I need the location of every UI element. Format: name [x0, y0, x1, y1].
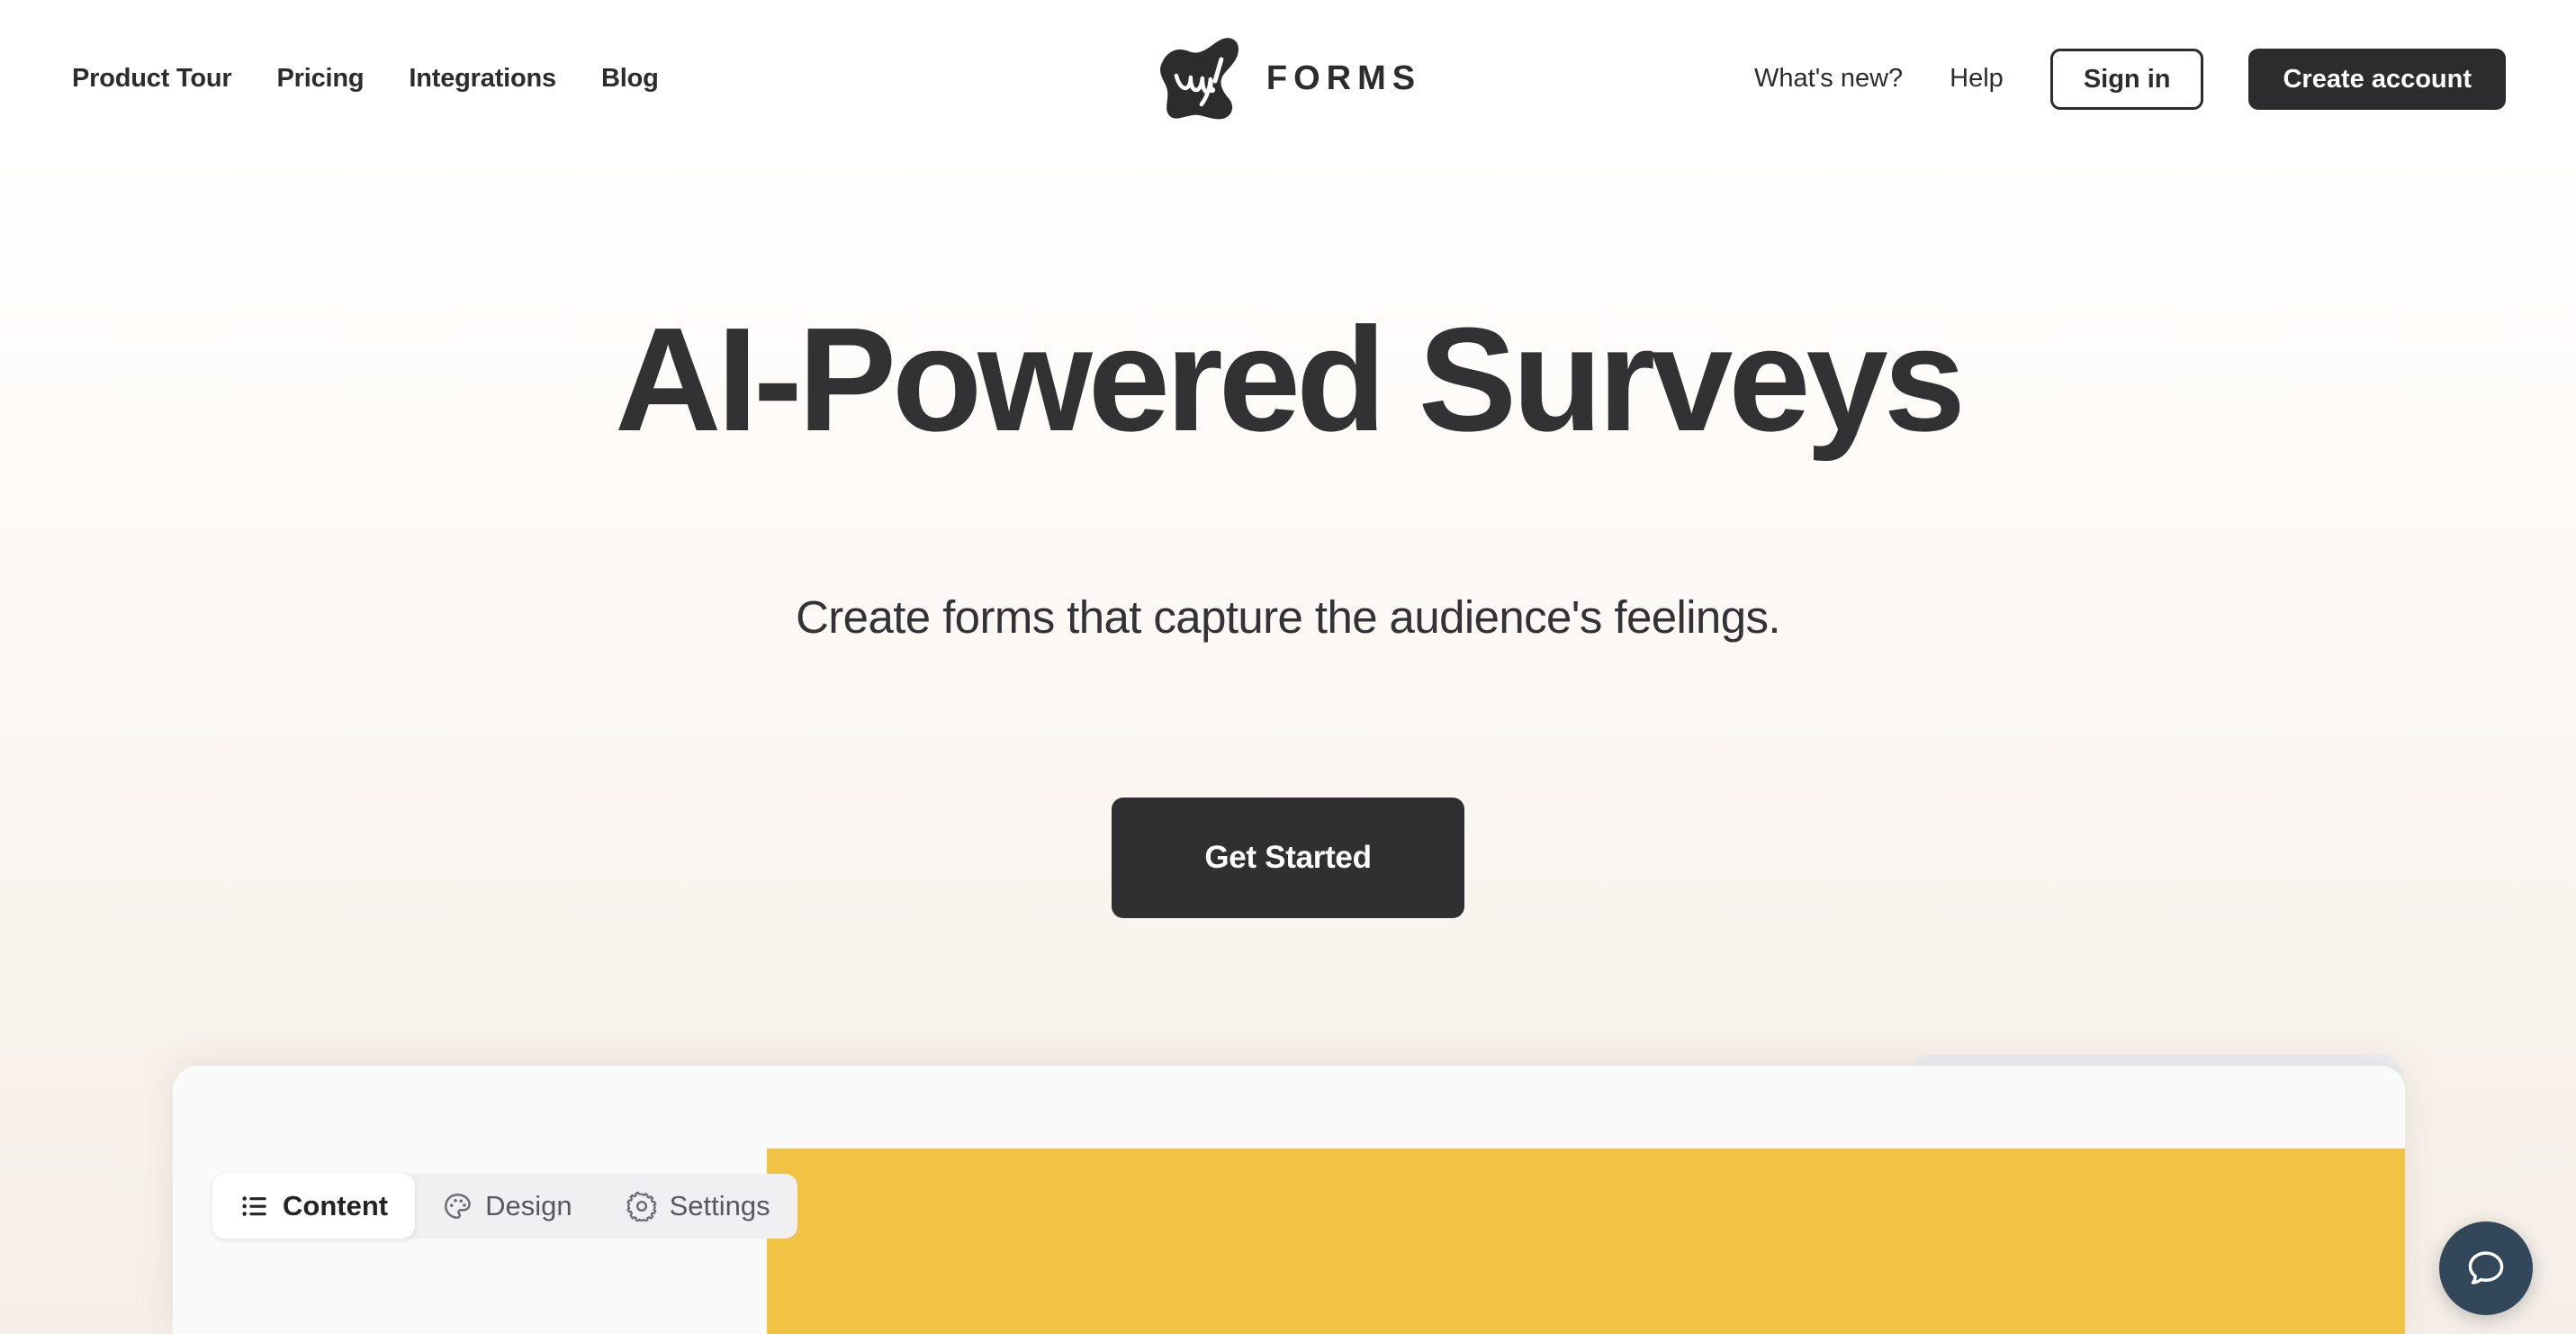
create-account-button[interactable]: Create account [2248, 48, 2506, 110]
hero-headline: AI-Powered Surveys [615, 297, 1966, 462]
mockup-form-preview [767, 1149, 2405, 1334]
nav-link-blog[interactable]: Blog [601, 64, 659, 94]
mockup-app-window: Content Design Settings [173, 1066, 2405, 1334]
hero-subheadline: Create forms that capture the audience's… [796, 591, 1780, 643]
nav-link-product-tour[interactable]: Product Tour [72, 64, 232, 94]
yay-splat-logo-icon [1159, 37, 1238, 119]
tab-content[interactable]: Content [212, 1174, 416, 1239]
secondary-navigation: What's new? Help Sign in Create account [1754, 0, 2506, 158]
editor-tab-bar: Content Design Settings [212, 1174, 797, 1239]
tab-content-label: Content [283, 1190, 389, 1221]
landing-page: Product Tour Pricing Integrations Blog F… [0, 0, 2576, 1334]
get-started-button[interactable]: Get Started [1112, 798, 1464, 918]
nav-link-help[interactable]: Help [1950, 64, 2004, 94]
logo-wordmark: FORMS [1265, 59, 1422, 97]
site-logo[interactable]: FORMS [1155, 36, 1421, 122]
chat-bubble-icon [2468, 1251, 2504, 1284]
site-header: Product Tour Pricing Integrations Blog F… [0, 0, 2576, 158]
tab-settings[interactable]: Settings [599, 1174, 797, 1239]
primary-navigation: Product Tour Pricing Integrations Blog [72, 0, 659, 158]
gear-icon [626, 1191, 656, 1221]
nav-link-whats-new[interactable]: What's new? [1754, 64, 1903, 94]
app-mockup: Content Design Settings [0, 1053, 2576, 1334]
sign-in-button[interactable]: Sign in [2049, 48, 2204, 110]
tab-design-label: Design [485, 1190, 572, 1221]
nav-link-integrations[interactable]: Integrations [409, 64, 556, 94]
nav-link-pricing[interactable]: Pricing [277, 64, 365, 94]
chat-support-button[interactable] [2439, 1221, 2533, 1315]
palette-icon [445, 1194, 471, 1219]
list-icon [242, 1196, 266, 1216]
mockup-editor-pane: Content Design Settings [173, 1066, 797, 1334]
tab-design[interactable]: Design [415, 1174, 599, 1239]
tab-settings-label: Settings [669, 1190, 770, 1221]
